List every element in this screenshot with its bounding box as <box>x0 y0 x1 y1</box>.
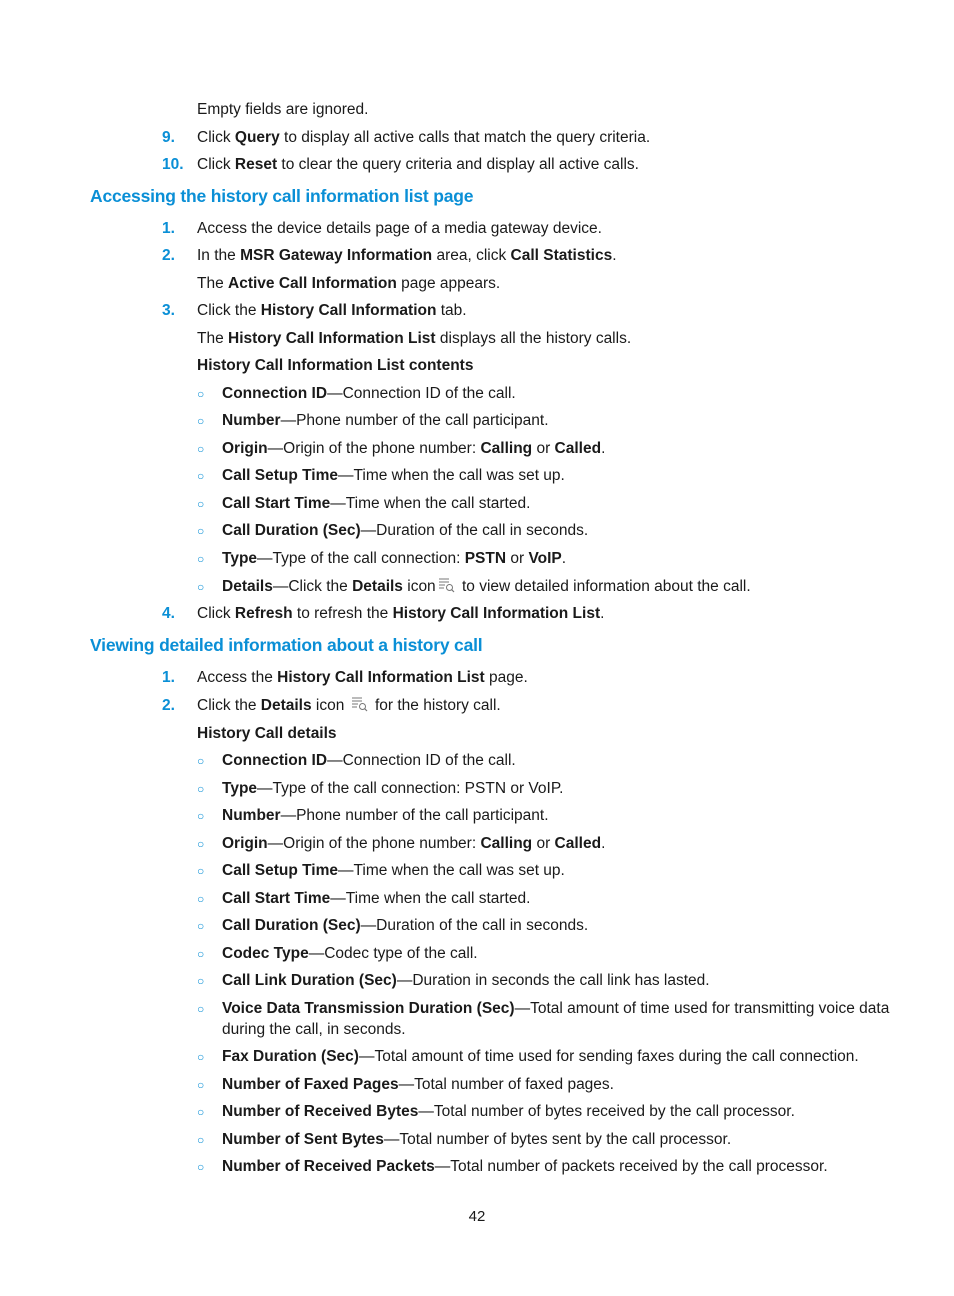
list-item: Number of Received Packets—Total number … <box>222 1158 828 1175</box>
list-item: Details—Click the Details icon to view d… <box>222 577 751 595</box>
bullet-icon: ○ <box>197 387 205 401</box>
list-item: Fax Duration (Sec)—Total amount of time … <box>222 1048 859 1065</box>
section-heading: Accessing the history call information l… <box>90 186 474 206</box>
bullet-icon: ○ <box>197 1078 205 1092</box>
bullet-icon: ○ <box>197 497 205 511</box>
list-item: Origin—Origin of the phone number: Calli… <box>222 835 606 852</box>
step-text: Click Query to display all active calls … <box>197 129 651 146</box>
bullet-icon: ○ <box>197 524 205 538</box>
step-text: Click the History Call Information tab. <box>197 302 467 319</box>
step-number: 3. <box>162 302 175 319</box>
step-number: 10. <box>162 156 184 173</box>
bullet-icon: ○ <box>197 1105 205 1119</box>
list-item: Call Setup Time—Time when the call was s… <box>222 467 565 484</box>
step-number: 9. <box>162 129 175 146</box>
list-item: Call Start Time—Time when the call start… <box>222 890 531 907</box>
step-text: Access the History Call Information List… <box>197 669 528 686</box>
list-item: Call Link Duration (Sec)—Duration in sec… <box>222 972 710 989</box>
bullet-icon: ○ <box>197 1050 205 1064</box>
list-item: Number—Phone number of the call particip… <box>222 412 549 429</box>
bullet-icon: ○ <box>197 837 205 851</box>
section-heading: Viewing detailed information about a his… <box>90 635 483 655</box>
list-item: Origin—Origin of the phone number: Calli… <box>222 440 606 457</box>
list-item: Codec Type—Codec type of the call. <box>222 945 478 962</box>
bullet-icon: ○ <box>197 442 205 456</box>
list-item: Call Start Time—Time when the call start… <box>222 495 531 512</box>
list-item: Call Duration (Sec)—Duration of the call… <box>222 917 589 934</box>
step-text: Access the device details page of a medi… <box>197 220 602 237</box>
list-item: Call Setup Time—Time when the call was s… <box>222 862 565 879</box>
details-icon <box>438 577 456 593</box>
step-number: 1. <box>162 669 175 686</box>
bullet-icon: ○ <box>197 809 205 823</box>
step-note: The History Call Information List displa… <box>197 330 632 347</box>
bullet-icon: ○ <box>197 580 205 594</box>
bullet-icon: ○ <box>197 754 205 768</box>
step-number: 2. <box>162 247 175 264</box>
bullet-icon: ○ <box>197 947 205 961</box>
list-title: History Call details <box>197 725 337 742</box>
bullet-icon: ○ <box>197 469 205 483</box>
list-item-continuation: during the call, in seconds. <box>222 1021 406 1038</box>
step-text: Click Reset to clear the query criteria … <box>197 156 639 173</box>
list-item: Call Duration (Sec)—Duration of the call… <box>222 522 589 539</box>
bullet-icon: ○ <box>197 1133 205 1147</box>
step-text: In the MSR Gateway Information area, cli… <box>197 247 617 264</box>
list-item: Number of Faxed Pages—Total number of fa… <box>222 1076 614 1093</box>
bullet-icon: ○ <box>197 892 205 906</box>
list-title: History Call Information List contents <box>197 357 474 374</box>
list-item: Type—Type of the call connection: PSTN o… <box>222 550 567 567</box>
bullet-icon: ○ <box>197 1002 205 1016</box>
bullet-icon: ○ <box>197 414 205 428</box>
details-icon <box>351 696 369 712</box>
bullet-icon: ○ <box>197 974 205 988</box>
note-text: Empty fields are ignored. <box>197 101 369 118</box>
step-number: 1. <box>162 220 175 237</box>
step-number: 4. <box>162 605 175 622</box>
list-item: Type—Type of the call connection: PSTN o… <box>222 780 564 797</box>
list-item: Number of Received Bytes—Total number of… <box>222 1103 795 1120</box>
list-item: Number—Phone number of the call particip… <box>222 807 549 824</box>
step-text: Click Refresh to refresh the History Cal… <box>197 605 605 622</box>
list-item: Number of Sent Bytes—Total number of byt… <box>222 1131 732 1148</box>
bullet-icon: ○ <box>197 864 205 878</box>
bullet-icon: ○ <box>197 919 205 933</box>
list-item: Voice Data Transmission Duration (Sec)—T… <box>222 1000 890 1017</box>
bullet-icon: ○ <box>197 782 205 796</box>
step-number: 2. <box>162 697 175 714</box>
step-text: Click the Details icon for the history c… <box>197 696 501 714</box>
list-item: Connection ID—Connection ID of the call. <box>222 385 516 402</box>
bullet-icon: ○ <box>197 552 205 566</box>
document-page: Empty fields are ignored. 9. Click Query… <box>0 0 954 1296</box>
list-item: Connection ID—Connection ID of the call. <box>222 752 516 769</box>
page-number: 42 <box>468 1208 486 1225</box>
step-note: The Active Call Information page appears… <box>197 275 501 292</box>
bullet-icon: ○ <box>197 1160 205 1174</box>
